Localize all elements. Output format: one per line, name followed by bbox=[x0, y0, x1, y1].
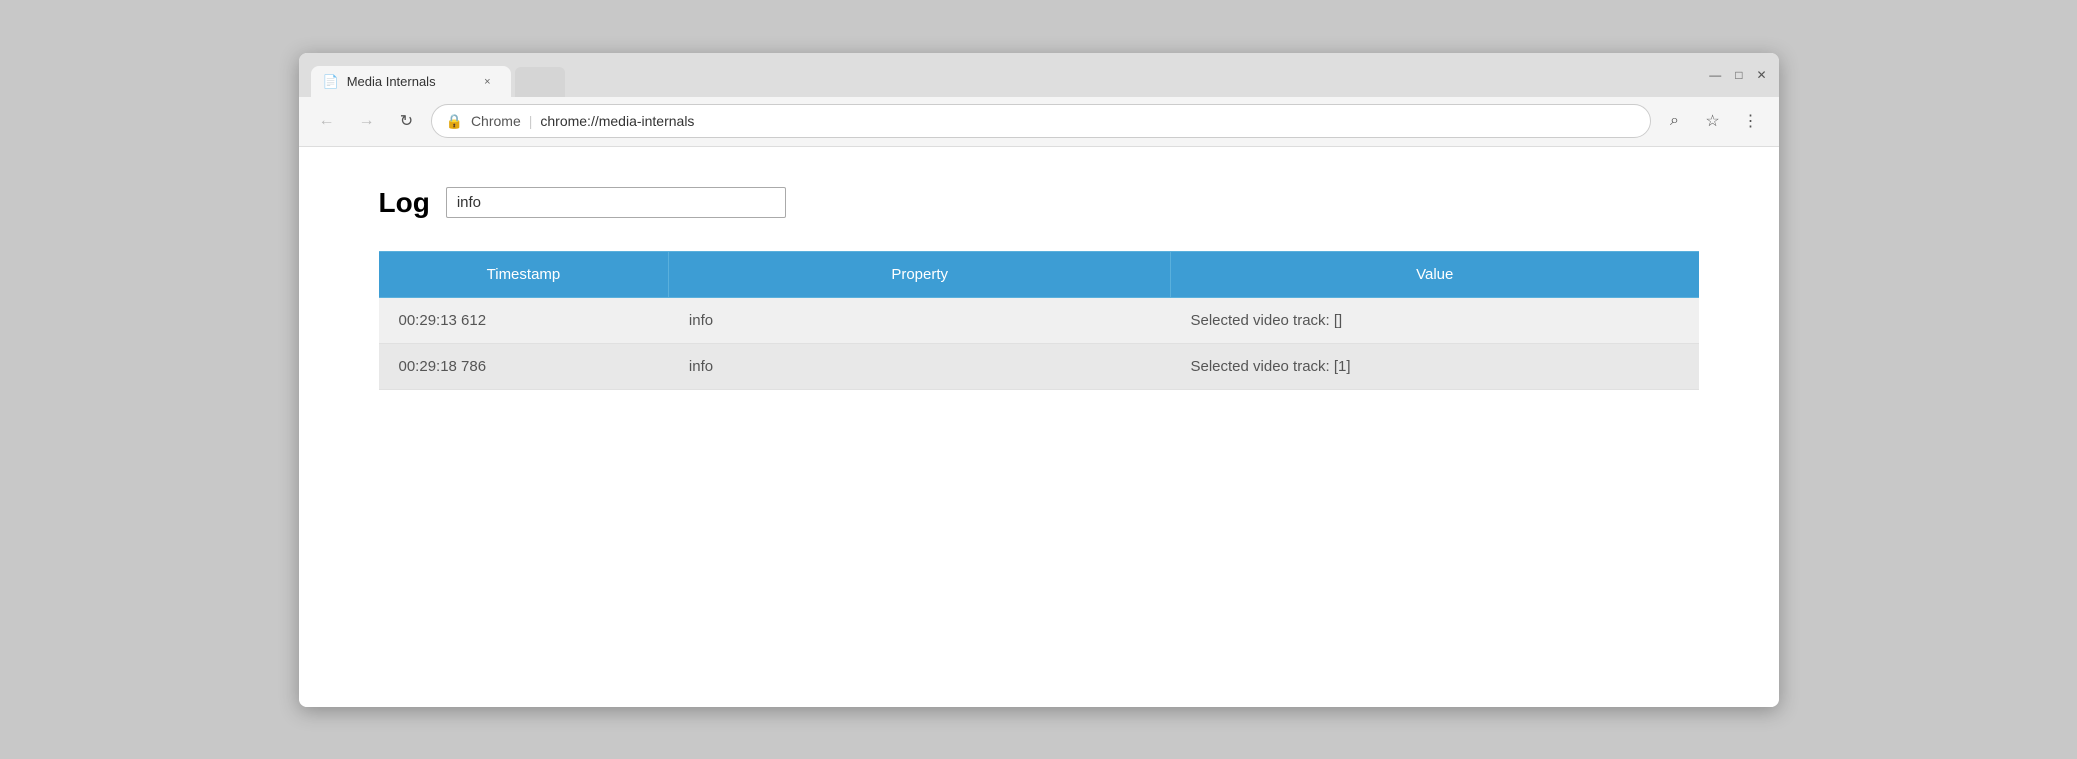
table-row: 00:29:18 786infoSelected video track: [1… bbox=[379, 343, 1699, 389]
data-table: Timestamp Property Value 00:29:13 612inf… bbox=[379, 251, 1699, 390]
col-header-timestamp: Timestamp bbox=[379, 251, 669, 297]
search-icon: ⌕ bbox=[1670, 112, 1679, 130]
menu-button[interactable]: ⋮ bbox=[1735, 105, 1767, 137]
security-icon: 🔒 bbox=[446, 113, 463, 130]
address-input[interactable] bbox=[540, 113, 1635, 129]
window-controls: — □ ✕ bbox=[1709, 68, 1766, 82]
table-row: 00:29:13 612infoSelected video track: [] bbox=[379, 297, 1699, 343]
cell-property: info bbox=[669, 343, 1171, 389]
log-label: Log bbox=[379, 187, 430, 219]
bookmark-button[interactable]: ☆ bbox=[1697, 105, 1729, 137]
back-icon: ← bbox=[319, 112, 335, 130]
cell-timestamp: 00:29:13 612 bbox=[379, 297, 669, 343]
cell-value: Selected video track: [1] bbox=[1170, 343, 1698, 389]
log-section: Log bbox=[379, 187, 1699, 219]
cell-property: info bbox=[669, 297, 1171, 343]
tab-icon: 📄 bbox=[323, 74, 339, 90]
cell-value: Selected video track: [] bbox=[1170, 297, 1698, 343]
cell-timestamp: 00:29:18 786 bbox=[379, 343, 669, 389]
reload-icon: ↻ bbox=[400, 111, 413, 131]
table-header-row: Timestamp Property Value bbox=[379, 251, 1699, 297]
active-tab[interactable]: 📄 Media Internals × bbox=[311, 66, 511, 98]
table-header: Timestamp Property Value bbox=[379, 251, 1699, 297]
new-tab-placeholder bbox=[515, 67, 565, 97]
tab-label: Media Internals bbox=[347, 74, 436, 89]
forward-icon: → bbox=[359, 112, 375, 130]
address-bar-container[interactable]: 🔒 Chrome | bbox=[431, 104, 1651, 138]
toolbar-actions: ⌕ ☆ ⋮ bbox=[1659, 105, 1767, 137]
back-button[interactable]: ← bbox=[311, 105, 343, 137]
search-button[interactable]: ⌕ bbox=[1659, 105, 1691, 137]
maximize-button[interactable]: □ bbox=[1735, 68, 1742, 82]
reload-button[interactable]: ↻ bbox=[391, 105, 423, 137]
minimize-button[interactable]: — bbox=[1709, 68, 1721, 82]
col-header-property: Property bbox=[669, 251, 1171, 297]
page-content: Log Timestamp Property Value 00:29:13 61… bbox=[299, 147, 1779, 707]
address-prefix: Chrome bbox=[471, 113, 521, 129]
browser-window: 📄 Media Internals × — □ ✕ ← → ↻ 🔒 Chrome… bbox=[299, 53, 1779, 707]
close-button[interactable]: ✕ bbox=[1756, 68, 1766, 82]
col-header-value: Value bbox=[1170, 251, 1698, 297]
menu-icon: ⋮ bbox=[1743, 111, 1759, 131]
title-bar: 📄 Media Internals × — □ ✕ bbox=[299, 53, 1779, 97]
bookmark-icon: ☆ bbox=[1705, 111, 1719, 131]
toolbar: ← → ↻ 🔒 Chrome | ⌕ ☆ ⋮ bbox=[299, 97, 1779, 147]
table-body: 00:29:13 612infoSelected video track: []… bbox=[379, 297, 1699, 389]
log-filter-input[interactable] bbox=[446, 187, 786, 218]
tab-close-button[interactable]: × bbox=[480, 74, 494, 90]
address-separator: | bbox=[529, 113, 533, 129]
forward-button[interactable]: → bbox=[351, 105, 383, 137]
